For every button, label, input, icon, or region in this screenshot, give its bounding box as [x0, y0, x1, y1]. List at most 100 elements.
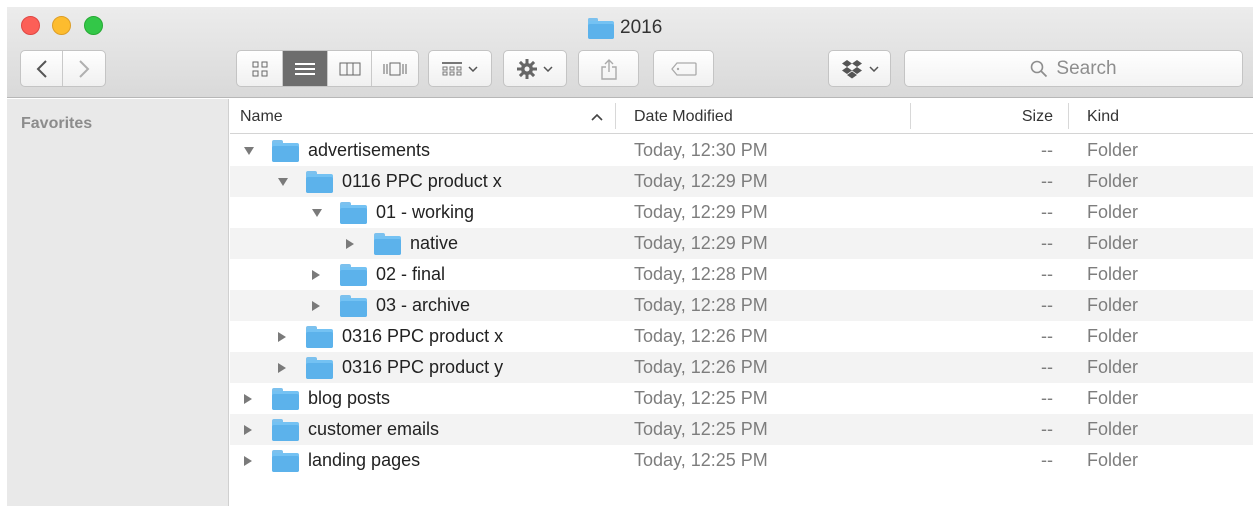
file-kind: Folder: [1087, 450, 1139, 470]
share-icon: [600, 58, 617, 80]
table-row[interactable]: 0316 PPC product y Today, 12:26 PM -- Folde…: [230, 352, 1253, 383]
date-modified: Today, 12:29 PM: [634, 171, 768, 191]
disclosure-triangle-collapsed-icon[interactable]: [311, 259, 321, 290]
cover-flow-icon: [383, 62, 407, 75]
icon-view-button[interactable]: [237, 51, 283, 86]
folder-icon: [272, 414, 299, 445]
file-size: --: [1041, 295, 1053, 315]
column-header-size-label: Size: [1021, 107, 1053, 125]
column-divider[interactable]: [1068, 103, 1069, 129]
dropbox-icon: [841, 59, 862, 78]
table-row[interactable]: customer emails Today, 12:25 PM -- Folder: [230, 414, 1253, 445]
close-window-button[interactable]: [21, 16, 40, 35]
table-row[interactable]: advertisements Today, 12:30 PM -- Folder: [230, 135, 1253, 166]
disclosure-triangle-collapsed-icon[interactable]: [277, 321, 287, 352]
file-name: advertisements: [308, 140, 431, 160]
file-kind: Folder: [1087, 171, 1139, 191]
disclosure-triangle-expanded-icon[interactable]: [243, 135, 255, 166]
folder-icon: [306, 166, 333, 197]
table-row[interactable]: 0316 PPC product x Today, 12:26 PM -- Folde…: [230, 321, 1253, 352]
file-rows: advertisements Today, 12:30 PM -- Folder 011…: [230, 135, 1253, 476]
file-size: --: [1041, 171, 1053, 191]
chevron-down-icon: [868, 65, 879, 72]
window-title-text: 2016: [620, 17, 663, 38]
forward-button[interactable]: [63, 51, 105, 86]
finder-window: 2016 Search Favorites Name Date Modified…: [7, 7, 1253, 506]
table-row[interactable]: native Today, 12:29 PM -- Folder: [230, 228, 1253, 259]
file-kind: Folder: [1087, 326, 1139, 346]
chevron-down-icon: [468, 65, 478, 72]
table-row[interactable]: 0116 PPC product x Today, 12:29 PM -- Folde…: [230, 166, 1253, 197]
file-name: blog posts: [308, 388, 391, 408]
chevron-right-icon: [79, 59, 90, 78]
column-header-name[interactable]: Name: [240, 99, 610, 134]
sidebar-section-favorites: Favorites: [21, 115, 93, 132]
table-row[interactable]: 02 - final Today, 12:28 PM -- Folder: [230, 259, 1253, 290]
tags-button[interactable]: [653, 50, 714, 87]
file-size: --: [1041, 388, 1053, 408]
file-name: landing pages: [308, 450, 421, 470]
chevron-left-icon: [36, 59, 47, 78]
date-modified: Today, 12:30 PM: [634, 140, 768, 160]
folder-icon: [374, 228, 401, 259]
date-modified: Today, 12:25 PM: [634, 450, 768, 470]
column-header-size[interactable]: Size: [1022, 99, 1053, 134]
sidebar: Favorites: [7, 99, 229, 506]
column-header-kind[interactable]: Kind: [1087, 99, 1119, 134]
table-row[interactable]: blog posts Today, 12:25 PM -- Folder: [230, 383, 1253, 414]
file-name: 0316 PPC product x: [342, 326, 504, 346]
folder-icon: [340, 259, 367, 290]
folder-icon: [306, 321, 333, 352]
disclosure-triangle-collapsed-icon[interactable]: [311, 290, 321, 321]
icon-view-icon: [252, 61, 267, 76]
share-button[interactable]: [578, 50, 639, 87]
folder-icon: [272, 135, 299, 166]
list-view-icon: [295, 62, 315, 75]
list-view-button[interactable]: [283, 51, 328, 86]
file-size: --: [1041, 450, 1053, 470]
maximize-window-button[interactable]: [84, 16, 103, 35]
disclosure-triangle-collapsed-icon[interactable]: [243, 383, 253, 414]
minimize-window-button[interactable]: [52, 16, 71, 35]
navigation-buttons: [20, 50, 106, 87]
column-divider[interactable]: [615, 103, 616, 129]
dropbox-button[interactable]: [828, 50, 891, 87]
toolbar: 2016 Search: [7, 7, 1253, 98]
date-modified: Today, 12:26 PM: [634, 326, 768, 346]
disclosure-triangle-collapsed-icon[interactable]: [345, 228, 355, 259]
action-button[interactable]: [503, 50, 567, 87]
file-name: 03 - archive: [376, 295, 471, 315]
chevron-down-icon: [543, 65, 553, 72]
file-kind: Folder: [1087, 419, 1139, 439]
search-placeholder: Search: [1056, 57, 1117, 79]
folder-icon: [340, 197, 367, 228]
file-name: 02 - final: [376, 264, 446, 284]
cover-flow-button[interactable]: [372, 51, 418, 86]
search-field[interactable]: Search: [904, 50, 1243, 87]
column-divider[interactable]: [910, 103, 911, 129]
file-kind: Folder: [1087, 202, 1139, 222]
table-row[interactable]: landing pages Today, 12:25 PM -- Folder: [230, 445, 1253, 476]
file-size: --: [1041, 419, 1053, 439]
file-list: Name Date Modified Size Kind advertiseme…: [230, 99, 1253, 506]
file-size: --: [1041, 326, 1053, 346]
file-kind: Folder: [1087, 264, 1139, 284]
disclosure-triangle-expanded-icon[interactable]: [277, 166, 289, 197]
view-mode-selector: [236, 50, 419, 87]
arrange-button[interactable]: [428, 50, 492, 87]
disclosure-triangle-collapsed-icon[interactable]: [243, 414, 253, 445]
column-view-button[interactable]: [328, 51, 372, 86]
folder-icon: [272, 445, 299, 476]
column-header-name-label: Name: [240, 107, 283, 125]
table-row[interactable]: 01 - working Today, 12:29 PM -- Folder: [230, 197, 1253, 228]
column-header-date-label: Date Modified: [634, 107, 733, 125]
disclosure-triangle-collapsed-icon[interactable]: [243, 445, 253, 476]
disclosure-triangle-expanded-icon[interactable]: [311, 197, 323, 228]
column-header: Name Date Modified Size Kind: [230, 99, 1253, 134]
column-view-icon: [339, 62, 360, 75]
back-button[interactable]: [21, 51, 63, 86]
date-modified: Today, 12:28 PM: [634, 295, 768, 315]
disclosure-triangle-collapsed-icon[interactable]: [277, 352, 287, 383]
table-row[interactable]: 03 - archive Today, 12:28 PM -- Folder: [230, 290, 1253, 321]
column-header-date[interactable]: Date Modified: [634, 99, 733, 134]
